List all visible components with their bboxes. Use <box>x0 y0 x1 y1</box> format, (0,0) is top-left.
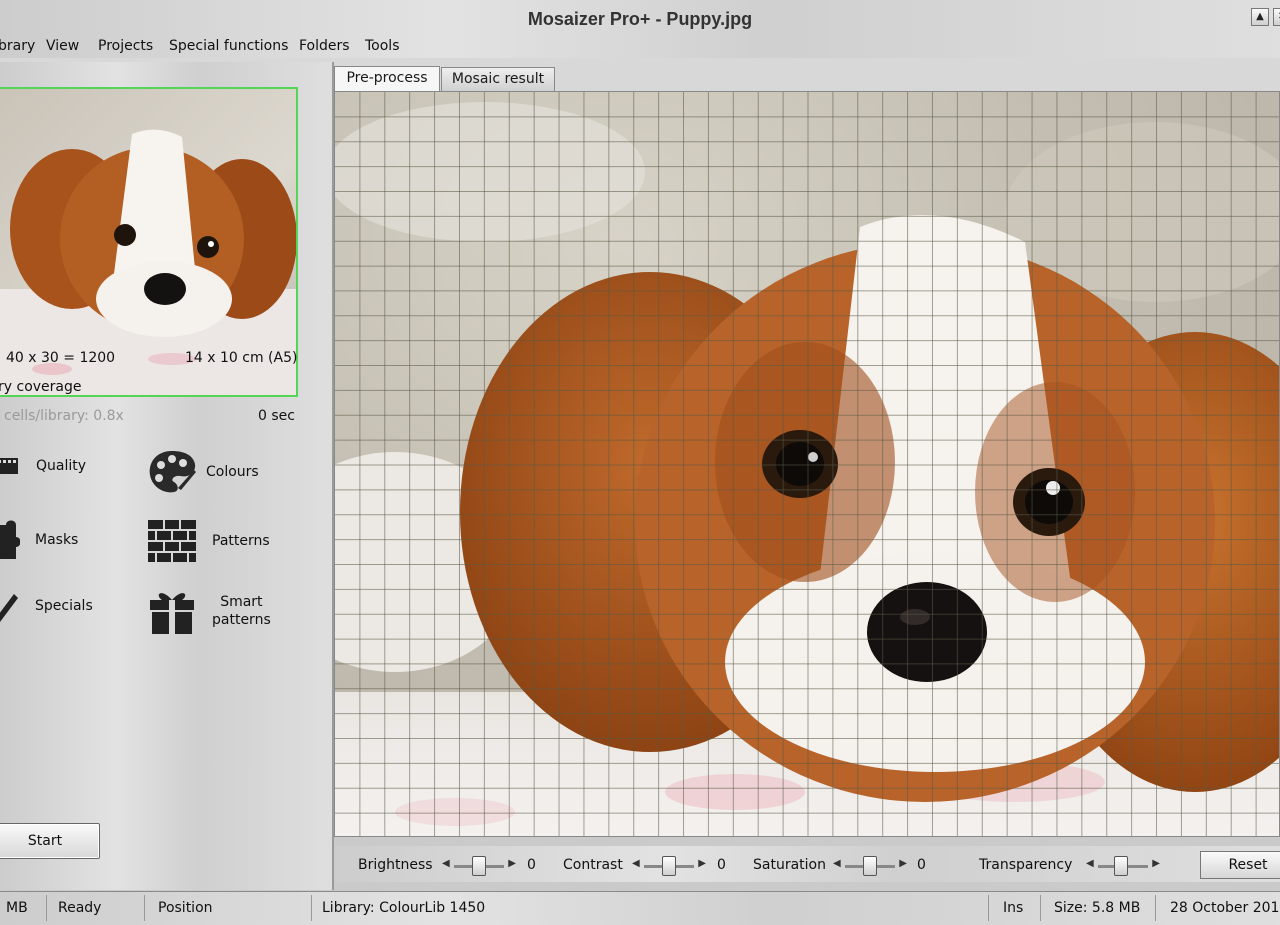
arrow-right-icon[interactable]: ▶ <box>508 858 516 869</box>
arrow-left-icon[interactable]: ◀ <box>1086 858 1094 869</box>
gift-box-icon <box>150 593 194 634</box>
menu-projects[interactable]: Projects <box>98 38 153 54</box>
slider-thumb[interactable] <box>1113 856 1128 876</box>
puppy-image <box>335 92 1279 836</box>
menu-view[interactable]: View <box>46 38 79 54</box>
brightness-slider[interactable]: ◀ ▶ <box>440 856 518 876</box>
tool-smart-patterns-label: Smart patterns <box>212 593 271 629</box>
tool-quality[interactable]: Quality <box>0 452 86 480</box>
brick-wall-icon <box>148 520 196 562</box>
palette-icon <box>149 451 196 493</box>
tool-masks[interactable]: Masks <box>0 517 78 563</box>
tool-smart-patterns[interactable]: Smart patterns <box>148 588 271 634</box>
saturation-value: 0 <box>917 857 926 873</box>
tool-colours[interactable]: Colours <box>148 448 259 496</box>
brightness-label: Brightness <box>358 857 433 873</box>
menu-tools[interactable]: Tools <box>365 38 400 54</box>
menu-special-functions[interactable]: Special functions <box>169 38 288 54</box>
status-divider <box>144 895 145 921</box>
processing-time: 0 sec <box>258 408 295 424</box>
slider-thumb[interactable] <box>863 856 877 876</box>
arrow-right-icon[interactable]: ▶ <box>1152 858 1160 869</box>
minimize-icon[interactable]: ▲ <box>1251 8 1269 26</box>
contrast-label: Contrast <box>563 857 623 873</box>
status-divider <box>988 895 989 921</box>
tab-mosaic-result[interactable]: Mosaic result <box>441 67 555 92</box>
reset-button[interactable]: Reset <box>1200 851 1280 879</box>
tool-colours-label: Colours <box>206 464 259 480</box>
left-panel: 40 x 30 = 1200 14 x 10 cm (A5) ry covera… <box>0 62 332 890</box>
smart-patterns-line2: patterns <box>212 612 271 628</box>
smart-patterns-line1: Smart <box>220 594 263 610</box>
print-size: 14 x 10 cm (A5) <box>185 350 298 366</box>
status-ins: Ins <box>1003 900 1024 916</box>
arrow-left-icon[interactable]: ◀ <box>632 858 640 869</box>
arrow-right-icon[interactable]: ▶ <box>698 858 706 869</box>
tool-specials-label: Specials <box>35 598 93 614</box>
status-date: 28 October 2015 <box>1170 900 1280 916</box>
status-library: Library: ColourLib 1450 <box>322 900 486 916</box>
grid-cells-count: 40 x 30 = 1200 <box>6 350 116 366</box>
menu-folders[interactable]: Folders <box>299 38 350 54</box>
tab-pre-process[interactable]: Pre-process <box>334 66 440 92</box>
status-size: Size: 5.8 MB <box>1054 900 1141 916</box>
saturation-slider[interactable]: ◀ ▶ <box>831 856 909 876</box>
adjustment-controls: Brightness ◀ ▶ 0 Contrast ◀ ▶ 0 Saturati… <box>334 846 1280 882</box>
title-bar: Mosaizer Pro+ - Puppy.jpg ▲ ✕ <box>0 0 1280 38</box>
status-divider <box>46 895 47 921</box>
preprocess-canvas[interactable] <box>334 91 1280 837</box>
contrast-value: 0 <box>717 857 726 873</box>
start-button[interactable]: Start <box>0 823 100 859</box>
slider-thumb[interactable] <box>662 856 676 876</box>
saturation-label: Saturation <box>753 857 826 873</box>
status-divider <box>311 895 312 921</box>
menu-bar: brary View Projects Special functions Fo… <box>0 36 1280 58</box>
window-title: Mosaizer Pro+ - Puppy.jpg <box>527 9 753 29</box>
quality-icon <box>0 458 18 474</box>
arrow-right-icon[interactable]: ▶ <box>899 858 907 869</box>
arrow-left-icon[interactable]: ◀ <box>833 858 841 869</box>
status-divider <box>1040 895 1041 921</box>
menu-library[interactable]: brary <box>0 38 35 54</box>
transparency-label: Transparency <box>979 857 1073 873</box>
transparency-slider[interactable]: ◀ ▶ <box>1084 856 1162 876</box>
cells-library-ratio: cells/library: 0.8x <box>4 408 124 424</box>
close-icon[interactable]: ✕ <box>1273 8 1280 26</box>
status-memory: MB <box>6 900 28 916</box>
library-coverage-label: ry coverage <box>0 379 82 395</box>
status-bar: MB Ready Position Library: ColourLib 145… <box>0 891 1280 925</box>
tool-specials[interactable]: Specials <box>0 588 93 624</box>
tool-patterns-label: Patterns <box>212 533 270 549</box>
brightness-value: 0 <box>527 857 536 873</box>
status-state: Ready <box>58 900 102 916</box>
tool-masks-label: Masks <box>35 532 79 548</box>
arrow-left-icon[interactable]: ◀ <box>442 858 450 869</box>
tool-patterns[interactable]: Patterns <box>148 520 270 562</box>
tool-quality-label: Quality <box>36 458 87 474</box>
contrast-slider[interactable]: ◀ ▶ <box>630 856 708 876</box>
puzzle-piece-icon <box>0 520 20 559</box>
status-divider <box>1155 895 1156 921</box>
wand-icon <box>0 594 18 622</box>
slider-thumb[interactable] <box>472 856 486 876</box>
status-position: Position <box>158 900 213 916</box>
